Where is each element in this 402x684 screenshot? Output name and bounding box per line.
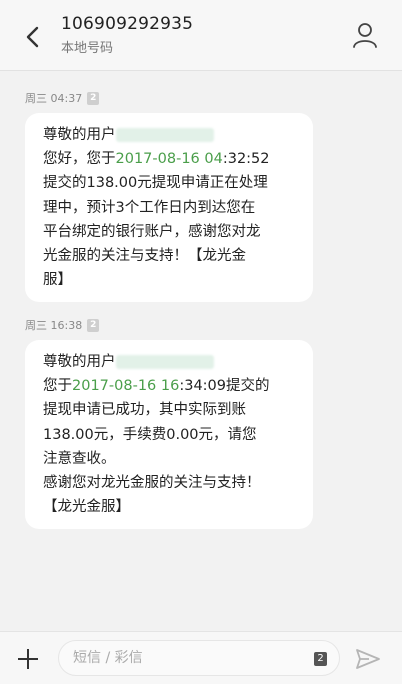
- back-chevron-icon[interactable]: [18, 22, 48, 52]
- message-input-placeholder: 短信 / 彩信: [73, 650, 143, 666]
- composer-bar: 短信 / 彩信 2: [0, 631, 402, 684]
- message-line: 138.00元，手续费0.00元，请您: [43, 426, 257, 443]
- message-list[interactable]: 周三 04:37 2 尊敬的用户 您好，您于2017-08-16 04:32:5…: [0, 70, 402, 630]
- message-line: 尊敬的用户: [43, 350, 297, 374]
- message-timestamp: 周三 16:38 2: [25, 317, 100, 333]
- plus-icon[interactable]: [15, 646, 41, 672]
- person-icon[interactable]: [350, 20, 380, 50]
- message-line: 您于2017-08-16 16:34:09提交的: [43, 378, 270, 395]
- timestamp-text: 周三 04:37: [25, 92, 83, 105]
- message-line: 您好，您于2017-08-16 04:32:52: [43, 151, 270, 168]
- message-line: 光金服的关注与支持！【龙光金: [43, 248, 246, 265]
- message-line: 提交的138.00元提现申请正在处理: [43, 175, 268, 192]
- sim-card-icon: 2: [87, 318, 100, 332]
- message-bubble[interactable]: 尊敬的用户 您好，您于2017-08-16 04:32:52 提交的138.00…: [25, 113, 313, 303]
- message-line: 【龙光金服】: [43, 499, 130, 516]
- message-input[interactable]: 短信 / 彩信 2: [58, 640, 340, 676]
- message-line: 平台绑定的银行账户，感谢您对龙: [43, 223, 261, 240]
- message-bubble[interactable]: 尊敬的用户 您于2017-08-16 16:34:09提交的 提现申请已成功，其…: [25, 340, 313, 530]
- redacted-username: [115, 128, 214, 142]
- message-line: 尊敬的用户: [43, 123, 297, 147]
- message-timestamp: 周三 04:37 2: [25, 90, 100, 106]
- message-line: 注意查收。: [43, 450, 116, 467]
- message-line: 感谢您对龙光金服的关注与支持！: [43, 475, 261, 492]
- conversation-header: 106909292935 本地号码: [0, 0, 402, 71]
- message-line: 提现申请已成功，其中实际到账: [43, 402, 246, 419]
- timestamp-text: 周三 16:38: [25, 319, 83, 332]
- sender-subtitle: 本地号码: [61, 41, 114, 56]
- send-icon[interactable]: [355, 648, 381, 670]
- message-line: 理中，预计3个工作日内到达您在: [43, 199, 256, 216]
- sender-number: 106909292935: [61, 14, 194, 34]
- redacted-username: [115, 355, 214, 369]
- sim-card-icon[interactable]: 2: [314, 652, 327, 666]
- message-line: 服】: [43, 272, 72, 289]
- sim-card-icon: 2: [87, 91, 100, 105]
